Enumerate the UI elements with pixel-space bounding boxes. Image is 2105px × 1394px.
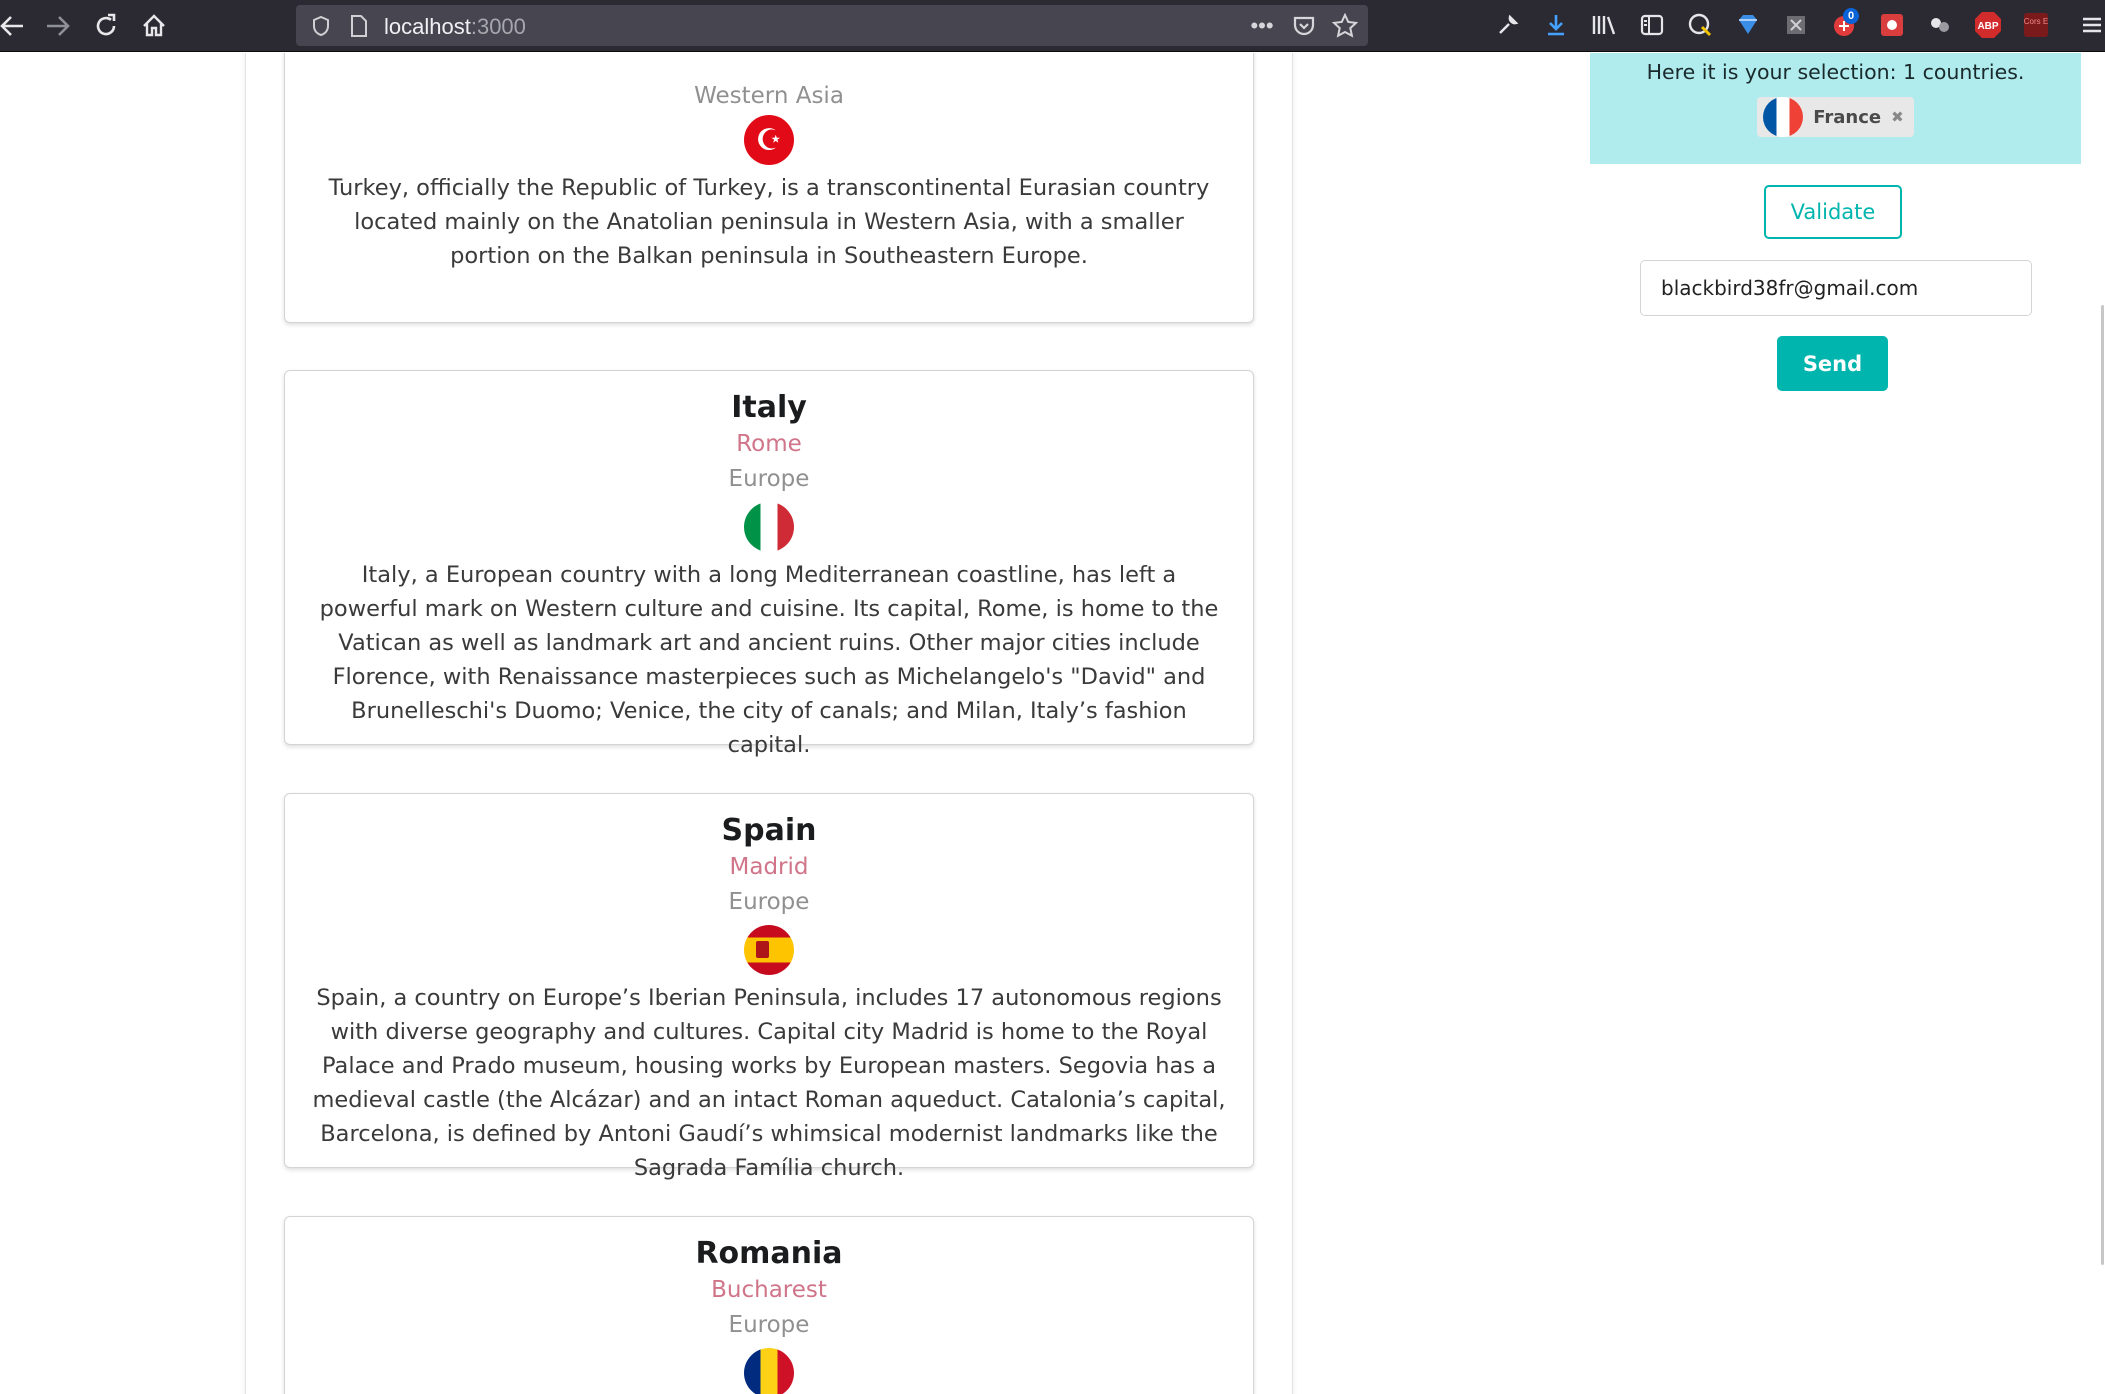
country-region: Western Asia — [694, 83, 844, 109]
country-description: Italy, a European country with a long Me… — [319, 561, 1219, 758]
adblock-label: ABP — [1977, 21, 1998, 32]
pocket-icon[interactable] — [1289, 13, 1319, 39]
library-icon[interactable] — [1589, 10, 1619, 40]
selection-summary: Here it is your selection: 1 countries. — [1646, 60, 2025, 84]
country-region: Europe — [728, 1312, 810, 1339]
country-card[interactable]: Western Asia ☪ Turkey, officially the Re… — [284, 53, 1254, 323]
turkey-flag-icon: ☪ — [744, 115, 794, 165]
extension-badge: 0 — [1843, 8, 1859, 24]
send-button[interactable]: Send — [1777, 336, 1888, 391]
extension-icon[interactable]: Cors E — [2021, 10, 2051, 40]
url-host: localhost — [384, 14, 471, 39]
menu-icon[interactable] — [2077, 10, 2105, 40]
download-icon[interactable] — [1541, 10, 1571, 40]
adblock-icon[interactable]: ABP — [1973, 10, 2003, 40]
chip-label: France — [1813, 106, 1882, 128]
country-region: Europe — [728, 889, 810, 916]
remove-chip-icon[interactable]: ✖ — [1891, 108, 1904, 126]
country-name: Romania — [695, 1236, 843, 1271]
country-description: Turkey, officially the Republic of Turke… — [328, 175, 1210, 269]
country-name: Italy — [731, 390, 807, 425]
country-region: Europe — [728, 466, 810, 493]
page-content: Western Asia ☪ Turkey, officially the Re… — [0, 53, 2105, 1394]
country-card[interactable]: Romania Bucharest Europe — [284, 1216, 1254, 1394]
country-name: Spain — [721, 813, 817, 848]
selected-country-chip[interactable]: France ✖ — [1757, 97, 1914, 137]
extension-icon[interactable] — [1781, 10, 1811, 40]
browser-toolbar: localhost:3000 ••• 0 ABP Cors E — [0, 0, 2105, 52]
country-capital: Bucharest — [711, 1276, 827, 1303]
home-icon[interactable] — [136, 8, 172, 44]
country-capital — [285, 53, 1253, 79]
country-description: Spain, a country on Europe’s Iberian Pen… — [312, 984, 1226, 1181]
extension-icon[interactable] — [1877, 10, 1907, 40]
url-bar[interactable]: localhost:3000 ••• — [296, 5, 1368, 46]
email-field[interactable]: blackbird38fr@gmail.com — [1640, 260, 2032, 316]
france-flag-icon — [1763, 97, 1804, 137]
url-port: :3000 — [470, 14, 526, 39]
validate-button[interactable]: Validate — [1764, 185, 1902, 239]
italy-flag-icon — [744, 501, 794, 552]
diamond-icon[interactable] — [1733, 10, 1763, 40]
star-icon[interactable] — [1330, 13, 1360, 39]
extension-icon[interactable]: 0 — [1829, 8, 1859, 40]
country-capital: Madrid — [729, 853, 809, 880]
cors-label: Cors E — [2024, 17, 2048, 26]
spain-flag-icon — [744, 924, 794, 975]
page-icon — [346, 13, 372, 39]
wrench-icon[interactable] — [1493, 10, 1523, 40]
url-text[interactable]: localhost:3000 — [384, 14, 526, 40]
country-capital: Rome — [736, 430, 802, 457]
more-icon[interactable]: ••• — [1247, 13, 1277, 39]
reload-icon[interactable] — [88, 8, 124, 44]
country-card[interactable]: Spain Madrid Europe Spain, a country on … — [284, 793, 1254, 1181]
forward-arrow-icon[interactable] — [40, 8, 76, 44]
selection-panel: Here it is your selection: 1 countries. … — [1590, 53, 2081, 164]
shield-icon[interactable] — [308, 13, 334, 39]
extension-icon[interactable] — [1685, 10, 1715, 40]
romania-flag-icon — [744, 1347, 794, 1394]
sidebar-icon[interactable] — [1637, 10, 1667, 40]
country-card[interactable]: Italy Rome Europe Italy, a European coun… — [284, 370, 1254, 758]
extension-icon[interactable] — [1925, 10, 1955, 40]
scrollbar-thumb[interactable] — [2101, 305, 2104, 1265]
back-arrow-icon[interactable] — [0, 8, 30, 44]
